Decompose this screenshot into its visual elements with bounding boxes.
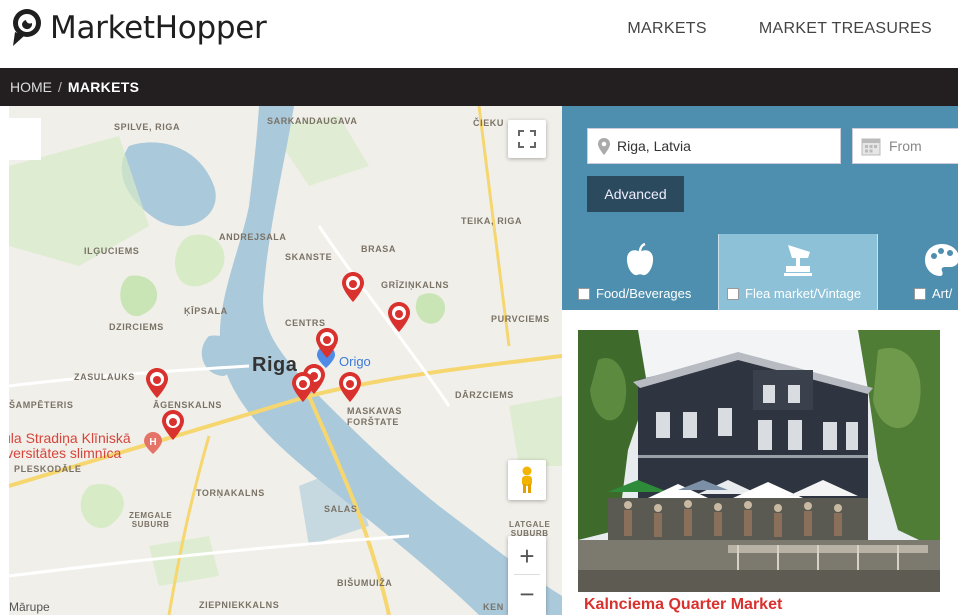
- date-placeholder: From: [889, 138, 922, 154]
- breadcrumb: HOME / MARKETS: [0, 68, 958, 106]
- map-label: SKANSTE: [285, 252, 333, 262]
- map-label: ČIEKU: [473, 118, 505, 128]
- category-filters: Food/Beverages Flea market/Vintage Art/: [562, 234, 958, 310]
- map-label: TEIKA, RIGA: [461, 216, 523, 226]
- map-label: SALAS: [324, 504, 358, 514]
- map-label: ILĢUCIEMS: [84, 246, 140, 256]
- map-label: DĀRZCIEMS: [455, 390, 514, 400]
- location-value: Riga, Latvia: [617, 138, 691, 154]
- market-pin-icon[interactable]: [342, 272, 364, 302]
- breadcrumb-home[interactable]: HOME: [10, 79, 52, 95]
- hospital-icon[interactable]: H: [144, 432, 162, 454]
- market-pin-icon[interactable]: [146, 368, 168, 398]
- category-art[interactable]: Art/: [878, 234, 958, 310]
- flea-market-label: Flea market/Vintage: [745, 286, 862, 301]
- map-label: PURVCIEMS: [491, 314, 550, 324]
- calendar-icon: [861, 138, 881, 156]
- nav-markets[interactable]: MARKETS: [627, 20, 706, 38]
- map[interactable]: SPILVE, RIGA SARKANDAUGAVA ČIEKU TEIKA, …: [0, 106, 562, 615]
- results-panel: Riga, Latvia From Advanced Food/Beverage…: [562, 106, 958, 615]
- flea-market-checkbox[interactable]: [727, 287, 739, 300]
- map-label: ŠAMPĒTERIS: [9, 400, 74, 410]
- map-label: SARKANDAUGAVA: [267, 116, 358, 126]
- map-label-poi: Origo: [339, 354, 371, 369]
- date-from-input[interactable]: From: [852, 128, 958, 164]
- apple-icon: [626, 242, 654, 276]
- market-title[interactable]: Kalnciema Quarter Market: [584, 596, 782, 614]
- pegman-icon: [522, 466, 532, 493]
- map-label: CENTRS: [285, 318, 326, 328]
- map-label: ĶĪPSALA: [184, 306, 228, 316]
- map-label: TORŅAKALNS: [196, 488, 265, 498]
- map-label-hospital: ula Stradiņa Klīniskā: [3, 430, 131, 446]
- zoom-control: + −: [508, 536, 546, 615]
- map-label: KEN: [483, 602, 504, 612]
- map-label: ZASULAUKS: [74, 372, 135, 382]
- category-food[interactable]: Food/Beverages: [562, 234, 719, 310]
- logo-icon: [13, 9, 41, 46]
- market-pin-icon[interactable]: [162, 410, 184, 440]
- map-label: PLESKODĀLE: [14, 464, 82, 474]
- category-flea-market[interactable]: Flea market/Vintage: [719, 234, 878, 310]
- zoom-in-button[interactable]: +: [519, 538, 534, 574]
- map-label: DZIRCIEMS: [109, 322, 164, 332]
- market-pin-icon[interactable]: [388, 302, 410, 332]
- breadcrumb-current: MARKETS: [67, 79, 140, 95]
- logo[interactable]: MarketHopper: [10, 8, 267, 48]
- gramophone-icon: [784, 245, 812, 276]
- street-view-button[interactable]: [508, 460, 546, 500]
- market-pin-icon[interactable]: [339, 372, 361, 402]
- nav-market-treasures[interactable]: MARKET TREASURES: [759, 20, 932, 38]
- food-checkbox[interactable]: [578, 287, 590, 300]
- brand-name: MarketHopper: [50, 10, 267, 46]
- breadcrumb-separator: /: [58, 79, 62, 95]
- map-label: SPILVE, RIGA: [114, 122, 181, 132]
- market-photo[interactable]: [578, 330, 940, 592]
- map-label: FORŠTATE: [347, 417, 399, 427]
- market-pin-icon[interactable]: [316, 328, 338, 358]
- advanced-button[interactable]: Advanced: [587, 176, 684, 212]
- map-label-hospital: iversitātes slimnīca: [3, 445, 122, 461]
- palette-icon: [925, 244, 958, 276]
- map-label: BIŠUMUIŽA: [337, 578, 393, 588]
- fullscreen-button[interactable]: [508, 120, 546, 158]
- map-label: ĀGENSKALNS: [153, 400, 223, 410]
- map-label: BRASA: [361, 244, 397, 254]
- market-photo-illustration: [578, 330, 940, 592]
- location-input[interactable]: Riga, Latvia: [587, 128, 841, 164]
- zoom-out-button[interactable]: −: [519, 575, 534, 613]
- svg-text:H: H: [149, 437, 156, 448]
- map-label: ZIEPNIEKKALNS: [199, 600, 280, 610]
- location-pin-icon: [598, 137, 610, 155]
- search-area: Riga, Latvia From Advanced: [562, 106, 958, 234]
- site-header: MarketHopper MARKETS MARKET TREASURES: [0, 0, 958, 68]
- map-label-city: Riga: [252, 354, 298, 376]
- fullscreen-icon: [518, 130, 536, 148]
- market-pin-icon[interactable]: [292, 372, 314, 402]
- map-label: MASKAVAS: [347, 406, 402, 416]
- art-label: Art/: [932, 286, 953, 301]
- food-label: Food/Beverages: [596, 286, 692, 301]
- map-label-town: Mārupe: [9, 600, 50, 614]
- map-label: GRĪZIŅKALNS: [381, 280, 450, 290]
- art-checkbox[interactable]: [914, 287, 926, 300]
- main-nav: MARKETS MARKET TREASURES: [627, 20, 932, 38]
- page: MarketHopper MARKETS MARKET TREASURES HO…: [0, 0, 958, 615]
- map-label: ZEMGALE SUBURB: [129, 511, 173, 529]
- map-label: ANDREJSALA: [219, 232, 287, 242]
